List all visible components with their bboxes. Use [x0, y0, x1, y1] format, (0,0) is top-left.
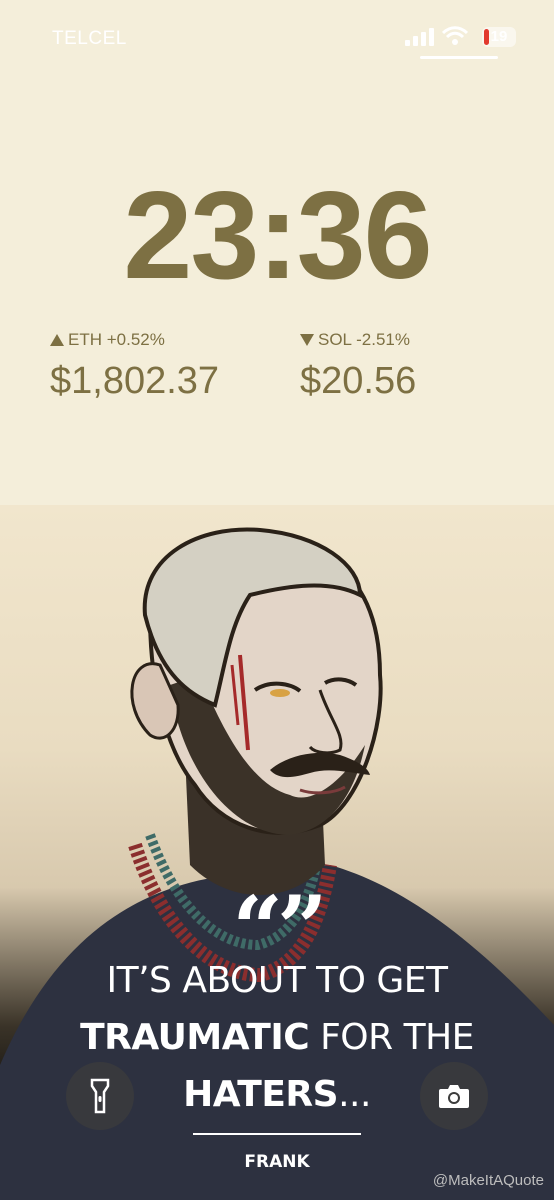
quote-divider [193, 1133, 361, 1135]
quote-line-3-rest: ... [338, 1074, 371, 1115]
quote-line-2-rest: FOR THE [309, 1017, 474, 1058]
quote-line-1: IT’S ABOUT TO GET [106, 960, 448, 1001]
quote-emphasis-2: HATERS [183, 1074, 339, 1115]
quote-author: FRANK [244, 1152, 310, 1172]
carrier-name: TELCEL [52, 28, 127, 49]
watermark: @MakeItAQuote [432, 1172, 544, 1189]
arrow-up-icon [50, 334, 64, 346]
arrow-down-icon [300, 334, 314, 346]
widget-eth-label: ETH +0.52% [68, 330, 165, 349]
quote-marks: “” [232, 876, 327, 980]
widget-sol-price: $20.56 [300, 360, 417, 402]
battery-icon: 19 [482, 27, 516, 47]
widget-sol[interactable]: SOL -2.51% $20.56 [300, 330, 416, 403]
quote-emphasis-1: TRAUMATIC [80, 1017, 310, 1058]
signal-icon [405, 28, 434, 46]
status-indicator-bar [420, 56, 498, 59]
lock-clock: 23:36 [123, 167, 432, 305]
battery-level: 19 [490, 28, 508, 45]
widget-sol-label: SOL -2.51% [318, 330, 410, 349]
flashlight-button[interactable] [66, 1062, 134, 1130]
quote-line-2: TRAUMATIC FOR THE [0, 1017, 554, 1058]
widget-eth[interactable]: ETH +0.52% $1,802.37 [50, 330, 219, 403]
widget-sol-label-row: SOL -2.51% [300, 330, 416, 350]
widget-eth-label-row: ETH +0.52% [50, 330, 219, 350]
status-bar: TELCEL 19 [0, 0, 554, 70]
flashlight-icon [90, 1078, 110, 1114]
lock-screen: TELCEL 19 23:36 ETH +0.52% $1,802.37 SOL [0, 0, 554, 1200]
camera-icon [439, 1085, 469, 1108]
widget-eth-price: $1,802.37 [50, 360, 220, 402]
camera-button[interactable] [420, 1062, 488, 1130]
wifi-icon [442, 26, 468, 45]
